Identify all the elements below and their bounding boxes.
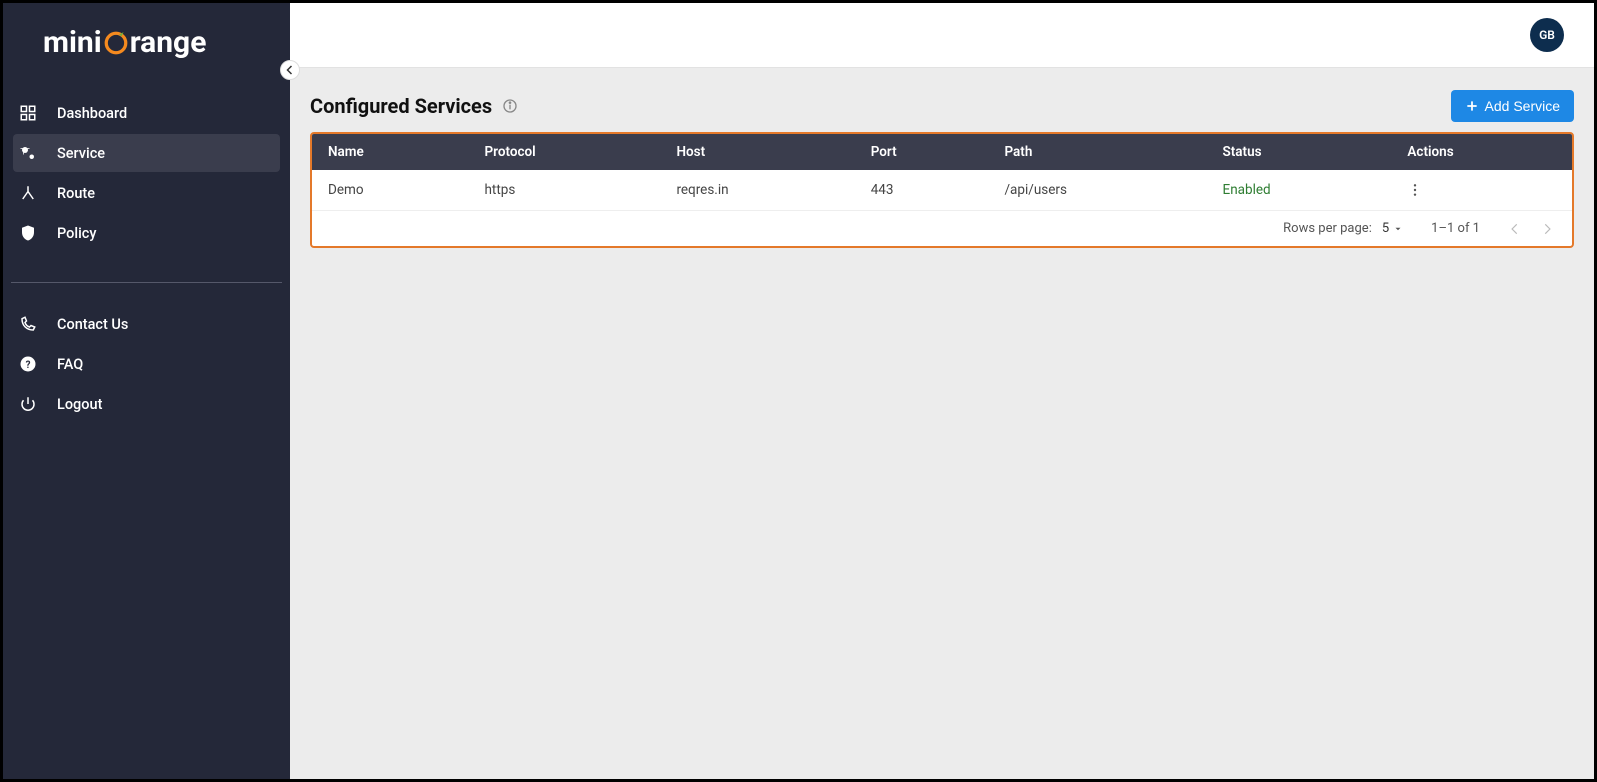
prev-page-button[interactable] [1508, 222, 1522, 236]
sidebar-item-label: Route [57, 185, 95, 202]
svg-text:?: ? [26, 360, 31, 371]
chevron-left-icon [284, 64, 296, 76]
topbar: GB [290, 3, 1594, 68]
page-title: Configured Services [310, 94, 518, 118]
sidebar-item-route[interactable]: Route [13, 174, 280, 212]
col-protocol: Protocol [468, 134, 660, 170]
plus-icon [1465, 99, 1479, 113]
col-path: Path [988, 134, 1206, 170]
cell-path: /api/users [988, 170, 1206, 211]
info-icon[interactable] [502, 98, 518, 114]
col-status: Status [1207, 134, 1392, 170]
sidebar-item-label: Policy [57, 225, 96, 242]
pager [1508, 222, 1554, 236]
sidebar-item-contact-us[interactable]: Contact Us [13, 305, 280, 343]
sidebar-item-faq[interactable]: ? FAQ [13, 345, 280, 383]
help-icon: ? [17, 353, 39, 375]
brand-orange-o-icon [103, 30, 129, 56]
col-port: Port [855, 134, 989, 170]
sidebar-item-label: Logout [57, 396, 102, 413]
table-footer: Rows per page: 5 1–1 of 1 [312, 211, 1572, 246]
service-icon [17, 142, 39, 164]
sidebar-nav-secondary: Contact Us ? FAQ Logout [3, 303, 290, 425]
page-title-text: Configured Services [310, 94, 492, 118]
cell-name: Demo [312, 170, 468, 211]
sidebar-item-label: Service [57, 145, 105, 162]
main: GB Configured Services Add Service Name … [290, 3, 1594, 779]
logo: mini range [3, 3, 290, 84]
cell-host: reqres.in [660, 170, 854, 211]
route-icon [17, 182, 39, 204]
sidebar-divider [11, 282, 282, 283]
sidebar-item-policy[interactable]: Policy [13, 214, 280, 252]
sidebar-collapse-button[interactable] [280, 60, 300, 80]
caret-down-icon [1393, 224, 1403, 234]
sidebar-item-label: Contact Us [57, 316, 128, 333]
services-table: Name Protocol Host Port Path Status Acti… [312, 134, 1572, 211]
add-service-label: Add Service [1485, 98, 1560, 114]
cell-status: Enabled [1207, 170, 1392, 211]
more-vertical-icon [1407, 182, 1423, 198]
sidebar-nav-primary: Dashboard Service Route Policy [3, 84, 290, 262]
col-name: Name [312, 134, 468, 170]
power-icon [17, 393, 39, 415]
cell-port: 443 [855, 170, 989, 211]
services-table-card: Name Protocol Host Port Path Status Acti… [310, 132, 1574, 248]
sidebar-item-logout[interactable]: Logout [13, 385, 280, 423]
policy-shield-icon [17, 222, 39, 244]
table-row: Demo https reqres.in 443 /api/users Enab… [312, 170, 1572, 211]
rows-per-page-label: Rows per page: [1283, 221, 1372, 236]
sidebar-item-label: Dashboard [57, 105, 127, 122]
sidebar-item-label: FAQ [57, 356, 83, 373]
sidebar-item-service[interactable]: Service [13, 134, 280, 172]
sidebar-item-dashboard[interactable]: Dashboard [13, 94, 280, 132]
rows-per-page-value: 5 [1382, 221, 1389, 236]
sidebar: mini range Dashboard Service Route [3, 3, 290, 779]
chevron-left-icon [1508, 222, 1522, 236]
row-actions-menu[interactable] [1407, 182, 1556, 198]
dashboard-icon [17, 102, 39, 124]
rows-per-page: Rows per page: 5 [1283, 221, 1403, 236]
phone-icon [17, 313, 39, 335]
rows-per-page-select[interactable]: 5 [1382, 221, 1403, 236]
avatar[interactable]: GB [1530, 18, 1564, 52]
brand-text-part2: range [130, 25, 207, 60]
col-host: Host [660, 134, 854, 170]
cell-protocol: https [468, 170, 660, 211]
add-service-button[interactable]: Add Service [1451, 90, 1574, 122]
next-page-button[interactable] [1540, 222, 1554, 236]
col-actions: Actions [1391, 134, 1572, 170]
brand-text-part1: mini [43, 25, 102, 60]
content: Configured Services Add Service Name Pro… [290, 68, 1594, 779]
table-header-row: Name Protocol Host Port Path Status Acti… [312, 134, 1572, 170]
chevron-right-icon [1540, 222, 1554, 236]
pagination-range: 1–1 of 1 [1431, 221, 1480, 236]
page-header: Configured Services Add Service [310, 90, 1574, 122]
